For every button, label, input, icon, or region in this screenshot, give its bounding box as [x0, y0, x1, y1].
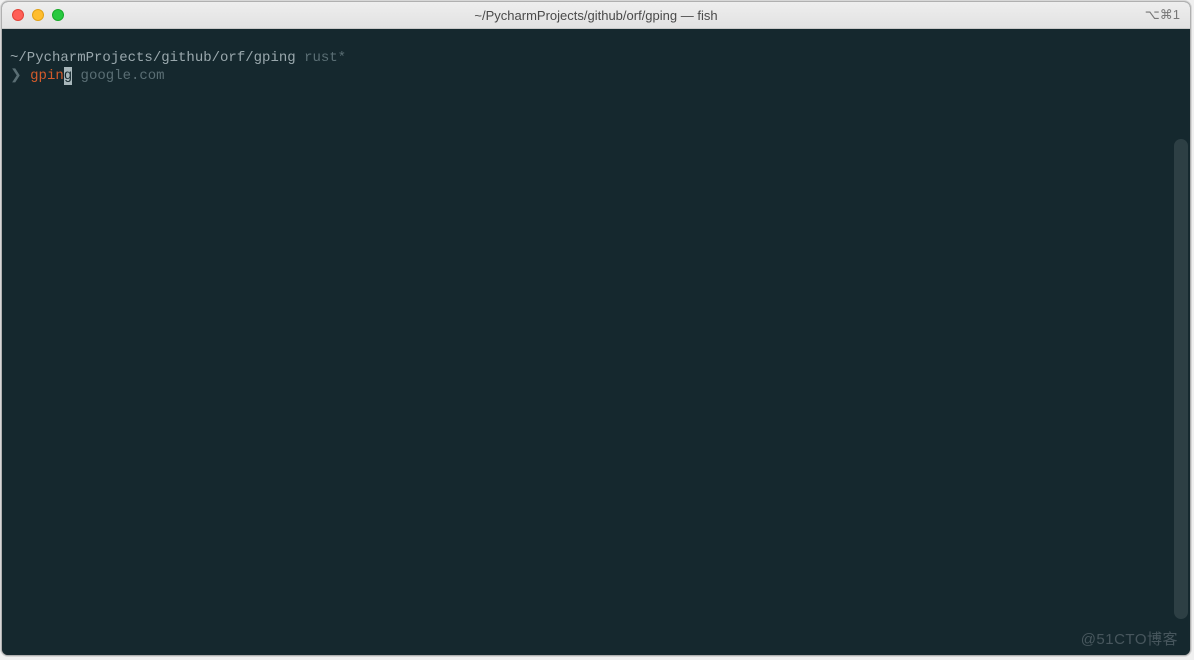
scrollbar-track[interactable] — [1175, 29, 1189, 655]
terminal-cwd-line: ~/PycharmProjects/github/orf/gping rust* — [10, 49, 1182, 67]
prompt-symbol: ❯ — [10, 68, 22, 84]
cursor: g — [64, 67, 72, 85]
terminal-prompt-line[interactable]: ❯ gping google.com — [10, 67, 1182, 85]
scrollbar-thumb[interactable] — [1174, 139, 1188, 619]
terminal-window: ~/PycharmProjects/github/orf/gping — fis… — [1, 1, 1191, 656]
close-icon[interactable] — [12, 9, 24, 21]
maximize-icon[interactable] — [52, 9, 64, 21]
minimize-icon[interactable] — [32, 9, 44, 21]
titlebar[interactable]: ~/PycharmProjects/github/orf/gping — fis… — [2, 2, 1190, 29]
cwd-path: ~/PycharmProjects/github/orf/gping — [10, 50, 296, 66]
window-shortcut-label: ⌥⌘1 — [1145, 7, 1180, 23]
window-title: ~/PycharmProjects/github/orf/gping — fis… — [474, 8, 717, 23]
watermark: @51CTO博客 — [1081, 631, 1178, 649]
typed-command: gpin — [30, 68, 64, 84]
traffic-lights — [2, 9, 64, 21]
terminal-body[interactable]: ~/PycharmProjects/github/orf/gping rust*… — [2, 29, 1190, 655]
git-branch: rust* — [304, 50, 346, 66]
autosuggestion: google.com — [72, 68, 164, 84]
